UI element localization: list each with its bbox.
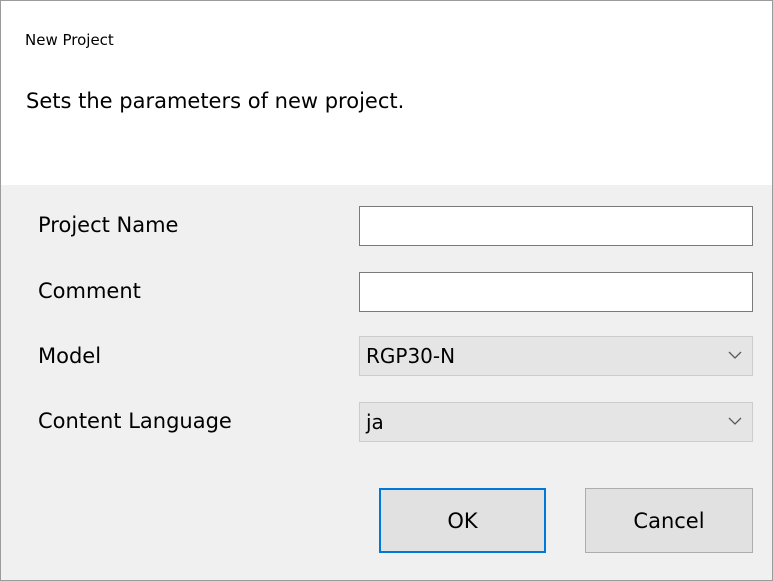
project-name-label: Project Name bbox=[38, 213, 179, 237]
content-language-label: Content Language bbox=[38, 409, 232, 433]
model-select[interactable]: RGP30-N bbox=[359, 336, 753, 376]
chevron-down-icon bbox=[728, 351, 742, 359]
content-language-selected-value: ja bbox=[366, 410, 384, 434]
content-language-select[interactable]: ja bbox=[359, 402, 753, 442]
window-title: New Project bbox=[25, 31, 114, 49]
dialog-description: Sets the parameters of new project. bbox=[26, 89, 405, 113]
new-project-dialog: New Project Sets the parameters of new p… bbox=[0, 0, 773, 581]
ok-button[interactable]: OK bbox=[379, 488, 546, 553]
comment-label: Comment bbox=[38, 279, 141, 303]
dialog-header: New Project Sets the parameters of new p… bbox=[1, 1, 772, 185]
model-selected-value: RGP30-N bbox=[366, 344, 456, 368]
cancel-button[interactable]: Cancel bbox=[585, 488, 753, 553]
project-name-input[interactable] bbox=[359, 206, 753, 246]
chevron-down-icon bbox=[728, 417, 742, 425]
comment-input[interactable] bbox=[359, 272, 753, 312]
model-label: Model bbox=[38, 344, 102, 368]
